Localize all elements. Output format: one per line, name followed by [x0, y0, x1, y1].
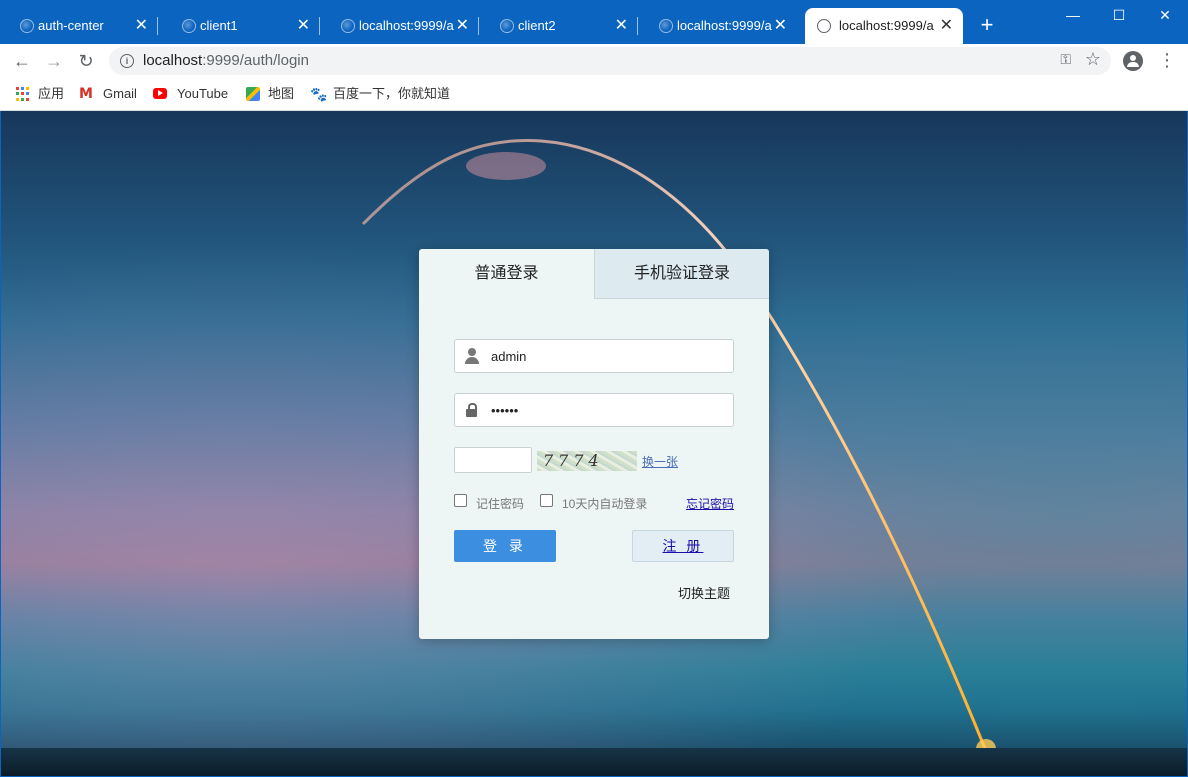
- bookmark-label: 应用: [38, 86, 65, 101]
- username-field[interactable]: [454, 339, 734, 373]
- tab-strip: auth-center ✕ client1 ✕ localhost:9999/a…: [0, 0, 1188, 44]
- tab-close-icon[interactable]: ✕: [940, 8, 953, 44]
- tab-title: localhost:9999/a: [677, 18, 772, 33]
- browser-menu-icon[interactable]: ⋮: [1158, 50, 1176, 70]
- bookmark-maps[interactable]: 地图: [246, 78, 294, 110]
- bookmark-gmail[interactable]: M Gmail: [79, 78, 137, 110]
- tab-close-icon[interactable]: ✕: [297, 8, 310, 44]
- maximize-button[interactable]: ☐: [1096, 4, 1142, 28]
- tab-title: auth-center: [38, 18, 104, 33]
- login-button[interactable]: 登 录: [454, 530, 556, 562]
- reload-button[interactable]: ↻: [73, 48, 99, 74]
- tab-divider: [478, 17, 479, 35]
- tab-title: localhost:9999/a: [839, 18, 934, 33]
- site-info-icon[interactable]: i: [120, 54, 134, 68]
- password-key-icon[interactable]: ⚿: [1060, 51, 1071, 68]
- tab-client1[interactable]: client1 ✕: [162, 8, 320, 44]
- gmail-icon: M: [79, 86, 93, 102]
- globe-icon: [341, 19, 355, 33]
- tab-localhost-2[interactable]: localhost:9999/a ✕: [639, 8, 797, 44]
- bookmark-apps[interactable]: 应用: [16, 78, 64, 110]
- globe-icon: [817, 19, 831, 33]
- forward-button[interactable]: →: [41, 48, 67, 74]
- globe-icon: [500, 19, 514, 33]
- password-input[interactable]: [491, 394, 727, 426]
- bookmark-label: 地图: [268, 86, 295, 101]
- register-button[interactable]: 注 册: [632, 530, 734, 562]
- auto-login-label: 10天内自动登录: [562, 497, 648, 511]
- lock-icon: [466, 403, 477, 418]
- apps-grid-icon: [16, 87, 30, 101]
- tab-title: client1: [200, 18, 238, 33]
- globe-icon: [20, 19, 34, 33]
- maps-icon: [246, 87, 260, 101]
- auto-login-checkbox[interactable]: [540, 494, 553, 507]
- tab-client2[interactable]: client2 ✕: [480, 8, 638, 44]
- bookmark-youtube[interactable]: YouTube: [153, 78, 228, 110]
- password-field[interactable]: [454, 393, 734, 427]
- tab-localhost-active[interactable]: localhost:9999/a ✕: [805, 8, 963, 44]
- globe-icon: [182, 19, 196, 33]
- address-bar[interactable]: i localhost:9999/auth/login ⚿ ☆: [109, 47, 1111, 75]
- tab-divider: [157, 17, 158, 35]
- captcha-input[interactable]: [454, 447, 532, 473]
- username-input[interactable]: [491, 340, 727, 372]
- tab-normal-login[interactable]: 普通登录: [419, 249, 594, 299]
- tab-close-icon[interactable]: ✕: [456, 8, 469, 44]
- bookmark-baidu[interactable]: 🐾 百度一下，你就知道: [310, 78, 450, 110]
- globe-icon: [659, 19, 673, 33]
- tab-divider: [637, 17, 638, 35]
- bookmark-label: Gmail: [103, 86, 137, 101]
- bookmark-star-icon[interactable]: ☆: [1085, 49, 1101, 70]
- tab-localhost-1[interactable]: localhost:9999/a ✕: [321, 8, 479, 44]
- tab-title: client2: [518, 18, 556, 33]
- tab-close-icon[interactable]: ✕: [615, 8, 628, 44]
- url-text[interactable]: localhost:9999/auth/login: [143, 47, 309, 75]
- tab-divider: [319, 17, 320, 35]
- bookmarks-bar: 应用 M Gmail YouTube 地图 🐾 百度一下，你就知道: [0, 78, 1188, 111]
- new-tab-button[interactable]: +: [976, 12, 998, 38]
- login-card: 普通登录 手机验证登录 7774 换一张 记住密码 10天内自动登录 忘记密码 …: [419, 249, 769, 639]
- profile-avatar-icon[interactable]: [1123, 51, 1143, 71]
- remember-password-checkbox[interactable]: [454, 494, 467, 507]
- youtube-icon: [153, 88, 167, 99]
- minimize-button[interactable]: —: [1050, 4, 1096, 28]
- user-icon: [465, 348, 479, 364]
- back-button[interactable]: ←: [9, 48, 35, 74]
- browser-toolbar: ← → ↻ i localhost:9999/auth/login ⚿ ☆ ⋮: [0, 44, 1188, 78]
- tab-title: localhost:9999/a: [359, 18, 454, 33]
- baidu-icon: 🐾: [310, 86, 328, 102]
- captcha-image[interactable]: 7774: [537, 451, 637, 471]
- horizon-ground: [1, 748, 1187, 776]
- tab-close-icon[interactable]: ✕: [135, 8, 148, 44]
- tab-close-icon[interactable]: ✕: [774, 8, 787, 44]
- bookmark-label: YouTube: [177, 86, 229, 101]
- switch-theme-link[interactable]: 切换主题: [678, 583, 730, 602]
- tab-sms-login[interactable]: 手机验证登录: [594, 249, 769, 299]
- tab-auth-center[interactable]: auth-center ✕: [0, 8, 158, 44]
- remember-password-label: 记住密码: [476, 497, 525, 511]
- bookmark-label: 百度一下，你就知道: [333, 86, 451, 101]
- forgot-password-link[interactable]: 忘记密码: [686, 495, 734, 512]
- refresh-captcha-link[interactable]: 换一张: [642, 453, 678, 470]
- window-close-button[interactable]: ✕: [1142, 4, 1188, 28]
